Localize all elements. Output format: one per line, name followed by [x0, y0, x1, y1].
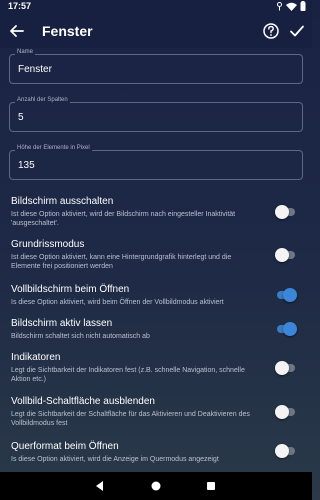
option-title: Bildschirm aktiv lassen: [11, 318, 113, 329]
option-description: Bildschirm schaltet sich nicht automatis…: [11, 333, 150, 340]
element-height-field-value[interactable]: 135: [18, 160, 35, 171]
option-screen-off[interactable]: Bildschirm ausschalten Ist diese Option …: [11, 196, 301, 227]
help-circle-icon[interactable]: [262, 22, 280, 40]
columns-field[interactable]: Anzahl der Spalten 5: [9, 97, 303, 132]
toggle-switch[interactable]: [275, 205, 297, 219]
check-icon[interactable]: [288, 22, 306, 40]
nav-back-icon[interactable]: [93, 479, 107, 493]
option-description: Is diese Option aktiviert, wird die Anze…: [11, 456, 219, 463]
option-description: Legt die Sichtbarkeit der Indikatoren fe…: [11, 367, 245, 383]
name-field[interactable]: Name Fenster: [9, 49, 303, 84]
option-keep-screen-on[interactable]: Bildschirm aktiv lassen Bildschirm schal…: [11, 318, 301, 340]
option-title: Grundrissmodus: [11, 239, 85, 250]
option-hide-fullscreen-button[interactable]: Vollbild-Schaltfläche ausblenden Legt di…: [11, 396, 301, 427]
option-description: Ist diese Option aktiviert, wird der Bil…: [11, 211, 236, 227]
app-bar: Fenster: [0, 14, 312, 48]
option-title: Bildschirm ausschalten: [11, 196, 114, 207]
option-description: Legt die Sichtbarkeit der Schaltfläche f…: [11, 411, 250, 427]
option-landscape-on-open[interactable]: Querformat beim Öffnen Is diese Option a…: [11, 441, 301, 463]
option-title: Querformat beim Öffnen: [11, 441, 119, 452]
toggle-switch[interactable]: [275, 405, 297, 419]
status-icons: [276, 1, 306, 11]
nav-home-icon[interactable]: [149, 479, 163, 493]
status-bar: 17:57: [0, 0, 312, 14]
option-description: Ist diese Option aktiviert, kann eine Hi…: [11, 254, 232, 270]
key-icon: [277, 1, 282, 10]
element-height-field[interactable]: Höhe der Elemente in Pixel 135: [9, 145, 303, 180]
option-title: Indikatoren: [11, 352, 61, 363]
toggle-switch[interactable]: [275, 248, 297, 262]
toggle-switch[interactable]: [275, 444, 297, 458]
wifi-icon: [286, 2, 297, 11]
option-floorplan-mode[interactable]: Grundrissmodus Ist diese Option aktivier…: [11, 239, 301, 270]
battery-icon: [300, 1, 306, 11]
page-title: Fenster: [42, 23, 93, 39]
name-field-value[interactable]: Fenster: [18, 64, 52, 75]
toggle-switch[interactable]: [275, 288, 297, 302]
option-title: Vollbild-Schaltfläche ausblenden: [11, 396, 155, 407]
arrow-back-icon[interactable]: [8, 22, 26, 40]
option-indicators[interactable]: Indikatoren Legt die Sichtbarkeit der In…: [11, 352, 301, 383]
toggle-switch[interactable]: [275, 322, 297, 336]
columns-field-label: Anzahl der Spalten: [15, 97, 70, 103]
option-title: Vollbildschirm beim Öffnen: [11, 284, 130, 295]
option-fullscreen-on-open[interactable]: Vollbildschirm beim Öffnen Is diese Opti…: [11, 284, 301, 306]
toggle-switch[interactable]: [275, 361, 297, 375]
nav-recents-icon[interactable]: [204, 479, 218, 493]
columns-field-value[interactable]: 5: [18, 112, 24, 123]
system-nav-bar: [0, 472, 312, 500]
status-time: 17:57: [8, 1, 32, 11]
element-height-field-label: Höhe der Elemente in Pixel: [15, 145, 92, 151]
name-field-label: Name: [15, 49, 36, 55]
option-description: Is diese Option aktiviert, wird beim Öff…: [11, 299, 224, 306]
